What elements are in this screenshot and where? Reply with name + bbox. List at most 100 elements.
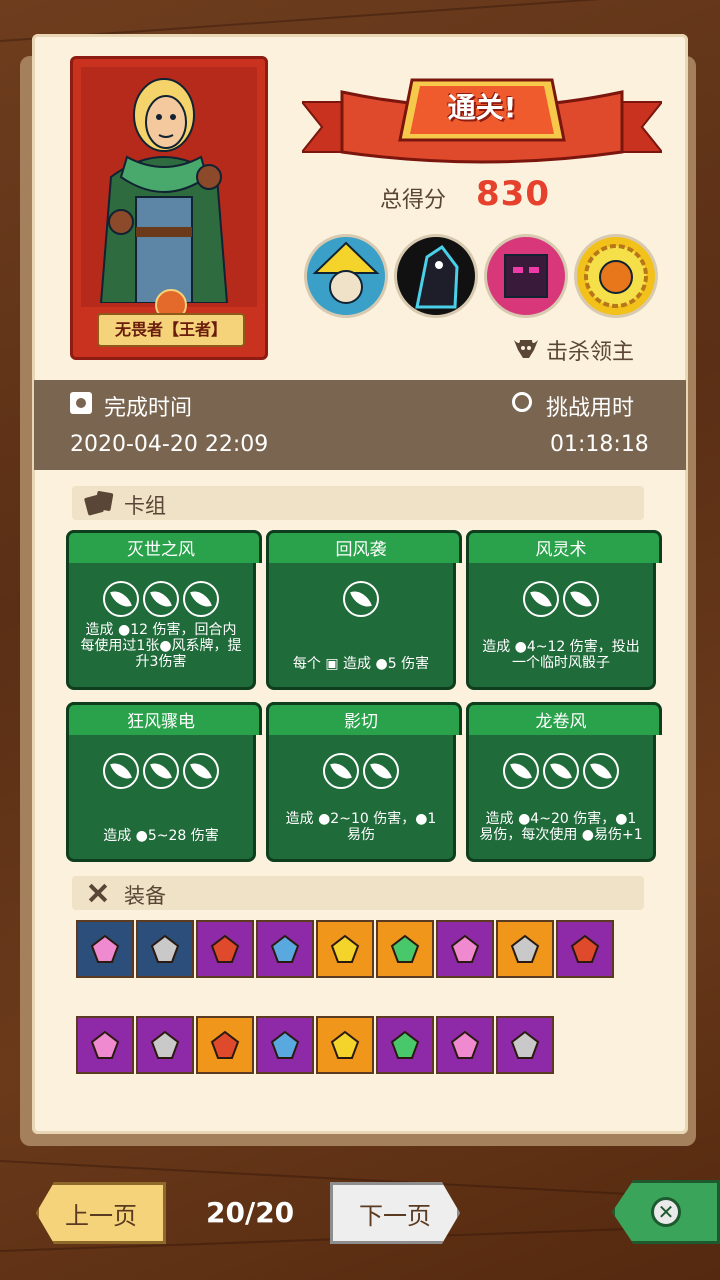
equipment-item[interactable]	[136, 920, 194, 978]
tiki-mask-icon	[450, 934, 480, 964]
calendar-icon	[70, 392, 92, 414]
boss-portrait-2[interactable]	[394, 234, 478, 318]
wind-orb-icon	[503, 753, 539, 789]
card-description: 造成 ●4~20 伤害，●1	[485, 811, 637, 827]
boss-portrait-3[interactable]	[484, 234, 568, 318]
card-header: 回风袭	[266, 530, 462, 563]
skill-card[interactable]: 影切 造成 ●2~10 伤害，●1 易伤	[266, 702, 462, 862]
hero-card[interactable]: 无畏者【王者】	[70, 56, 268, 360]
card-description: 易伤，每次使用 ●易伤+1	[479, 827, 643, 843]
card-description: 每使用过1张●风系牌，提	[80, 638, 242, 654]
card-header: 龙卷风	[466, 702, 662, 735]
green-feather-icon	[510, 934, 540, 964]
bosses-killed-label: 击杀领主	[546, 340, 635, 365]
equipment-item[interactable]	[316, 920, 374, 978]
cards-icon	[83, 490, 114, 516]
finish-time-value: 2020-04-20 22:09	[70, 432, 269, 457]
equipment-item[interactable]	[496, 920, 554, 978]
equipment-item[interactable]	[136, 1016, 194, 1074]
next-page-button[interactable]: 下一页	[330, 1182, 460, 1244]
finish-time-label: 完成时间	[104, 396, 193, 421]
duration-label: 挑战用时	[546, 396, 635, 421]
golden-heart-icon	[90, 1030, 120, 1060]
spiked-cheese-icon	[270, 934, 300, 964]
green-serpent-icon	[390, 934, 420, 964]
heart-amulet-icon	[270, 1030, 300, 1060]
card-header: 狂风骤电	[66, 702, 262, 735]
card-cost	[269, 581, 453, 617]
stopwatch-icon	[512, 392, 532, 412]
wind-orb-icon	[183, 753, 219, 789]
skill-card[interactable]: 狂风骤电造成 ●5~28 伤害	[66, 702, 262, 862]
card-header: 影切	[266, 702, 462, 735]
crown-armor-icon	[390, 1030, 420, 1060]
prev-page-button[interactable]: 上一页	[36, 1182, 166, 1244]
equipment-item[interactable]	[256, 1016, 314, 1074]
skill-card[interactable]: 龙卷风造成 ●4~20 伤害，●1 易伤，每次使用 ●易伤+1	[466, 702, 662, 862]
skill-card[interactable]: 灭世之风造成 ●12 伤害，回合内 每使用过1张●风系牌，提 升3伤害	[66, 530, 262, 690]
equipment-item[interactable]	[316, 1016, 374, 1074]
green-stone-icon	[330, 1030, 360, 1060]
card-cost	[469, 581, 653, 617]
wind-orb-icon	[583, 753, 619, 789]
equipment-section-header: 装备	[72, 876, 644, 910]
crossed-tools-icon	[86, 882, 110, 904]
bull-skull-icon	[512, 336, 540, 364]
card-name: 风灵术	[535, 540, 587, 560]
wind-orb-icon	[543, 753, 579, 789]
card-description: 造成 ●5~28 伤害	[103, 828, 219, 844]
boss-portrait-4[interactable]	[574, 234, 658, 318]
score-value: 830	[476, 174, 550, 214]
next-page-label: 下一页	[359, 1201, 431, 1230]
card-description: 造成 ●12 伤害，回合内	[85, 622, 237, 638]
equipment-item[interactable]	[556, 920, 614, 978]
skill-card[interactable]: 回风袭 每个 ▣ 造成 ●5 伤害	[266, 530, 462, 690]
wind-orb-icon	[143, 753, 179, 789]
score-label: 总得分	[380, 188, 447, 213]
card-name: 影切	[344, 712, 378, 732]
deck-title: 卡组	[124, 494, 166, 518]
golden-die-icon	[450, 1030, 480, 1060]
card-name: 灭世之风	[127, 540, 195, 560]
card-name: 龙卷风	[535, 712, 587, 732]
hero-name: 无畏者【王者】	[97, 313, 245, 347]
equipment-item[interactable]	[76, 1016, 134, 1074]
equipment-item[interactable]	[376, 1016, 434, 1074]
equipment-item[interactable]	[436, 920, 494, 978]
skill-card[interactable]: 风灵术 造成 ●4~12 伤害，投出 一个临时风骰子	[466, 530, 662, 690]
equipment-item[interactable]	[196, 1016, 254, 1074]
equipment-item[interactable]	[256, 920, 314, 978]
wind-orb-icon	[563, 581, 599, 617]
close-icon: ✕	[651, 1197, 681, 1227]
wind-orb-icon	[103, 753, 139, 789]
hero-portrait	[81, 67, 257, 307]
card-description: 造成 ●4~12 伤害，投出	[482, 639, 640, 655]
deck-section-header: 卡组	[72, 486, 644, 520]
equipment-item[interactable]	[76, 920, 134, 978]
wind-orb-icon	[103, 581, 139, 617]
crystal-skull-icon	[330, 934, 360, 964]
card-cost	[69, 581, 253, 617]
equipment-title: 装备	[124, 884, 166, 908]
mirror-icon	[210, 934, 240, 964]
card-cost	[469, 753, 653, 789]
boss-portrait-1[interactable]	[304, 234, 388, 318]
card-description: 造成 ●2~10 伤害，●1	[285, 811, 437, 827]
wind-orb-icon	[363, 753, 399, 789]
equipment-item[interactable]	[196, 920, 254, 978]
equipment-item[interactable]	[376, 920, 434, 978]
wind-orb-icon	[323, 753, 359, 789]
blue-crystal-icon	[210, 1030, 240, 1060]
card-cost	[69, 753, 253, 789]
card-name: 回风袭	[335, 540, 387, 560]
card-description: 升3伤害	[135, 654, 187, 670]
equipment-item[interactable]	[496, 1016, 554, 1074]
wind-orb-icon	[143, 581, 179, 617]
wind-orb-icon	[343, 581, 379, 617]
equipment-item[interactable]	[436, 1016, 494, 1074]
close-button[interactable]: ✕	[612, 1180, 720, 1244]
ruby-pendant-icon	[510, 1030, 540, 1060]
card-header: 灭世之风	[66, 530, 262, 563]
prev-page-label: 上一页	[65, 1201, 137, 1230]
card-cost	[269, 753, 453, 789]
